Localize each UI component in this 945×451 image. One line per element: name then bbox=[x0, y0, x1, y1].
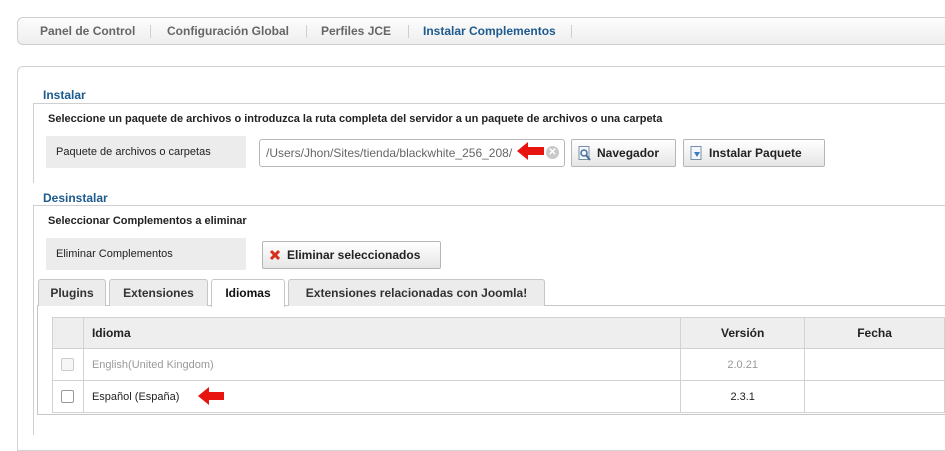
annotation-arrow-icon bbox=[517, 142, 544, 160]
language-version: 2.3.1 bbox=[680, 380, 806, 413]
browse-button[interactable]: Navegador bbox=[571, 139, 676, 167]
table-row: English(United Kingdom) 2.0.21 bbox=[52, 348, 945, 381]
row-checkbox-cell bbox=[52, 380, 84, 413]
row-checkbox bbox=[61, 358, 75, 371]
install-legend: Instalar bbox=[40, 88, 89, 102]
nav-perfiles-jce[interactable]: Perfiles JCE bbox=[321, 18, 391, 44]
column-header-fecha[interactable]: Fecha bbox=[804, 317, 945, 349]
nav-separator bbox=[306, 25, 307, 38]
uninstall-fieldset-border bbox=[33, 205, 34, 435]
install-fieldset-border bbox=[33, 103, 34, 183]
language-date bbox=[804, 380, 945, 413]
install-package-button[interactable]: Instalar Paquete bbox=[683, 139, 825, 167]
nav-instalar-complementos[interactable]: Instalar Complementos bbox=[423, 18, 556, 44]
magnifier-document-icon bbox=[578, 146, 591, 161]
tab-plugins[interactable]: Plugins bbox=[38, 279, 106, 306]
uninstall-fieldset-border bbox=[33, 205, 945, 206]
tab-extensiones-joomla[interactable]: Extensiones relacionadas con Joomla! bbox=[288, 279, 545, 306]
nav-configuracion-global[interactable]: Configuración Global bbox=[167, 18, 289, 44]
column-header-idioma[interactable]: Idioma bbox=[82, 317, 682, 349]
install-description: Seleccione un paquete de archivos o intr… bbox=[48, 113, 663, 125]
uninstall-description: Seleccionar Complementos a eliminar bbox=[48, 215, 247, 227]
browse-button-label: Navegador bbox=[597, 146, 660, 160]
remove-field-label: Eliminar Complementos bbox=[46, 238, 246, 270]
language-name: Español (España) bbox=[82, 380, 682, 413]
install-fieldset-border bbox=[33, 103, 945, 104]
delete-selected-button[interactable]: Eliminar seleccionados bbox=[262, 241, 441, 269]
select-column-header bbox=[52, 317, 84, 349]
table-header-row: Idioma Versión Fecha bbox=[52, 317, 945, 349]
column-header-version[interactable]: Versión bbox=[680, 317, 806, 349]
row-checkbox-cell bbox=[52, 348, 84, 381]
language-date bbox=[804, 348, 945, 381]
top-navigation: Panel de Control Configuración Global Pe… bbox=[17, 17, 945, 45]
nav-panel-de-control[interactable]: Panel de Control bbox=[40, 18, 135, 44]
nav-separator bbox=[408, 25, 409, 38]
language-version: 2.0.21 bbox=[680, 348, 806, 381]
table-row: Español (España) 2.3.1 bbox=[52, 380, 945, 413]
clear-icon[interactable]: ✕ bbox=[546, 146, 559, 159]
language-name: English(United Kingdom) bbox=[82, 348, 682, 381]
tab-extensiones[interactable]: Extensiones bbox=[109, 279, 208, 306]
delete-selected-label: Eliminar seleccionados bbox=[287, 248, 421, 262]
languages-table: Idioma Versión Fecha English(United King… bbox=[52, 317, 945, 413]
uninstall-legend: Desinstalar bbox=[40, 191, 111, 205]
row-checkbox[interactable] bbox=[61, 390, 75, 403]
install-document-icon bbox=[690, 146, 702, 160]
red-x-icon bbox=[269, 249, 281, 261]
nav-separator bbox=[571, 25, 572, 38]
annotation-arrow-icon bbox=[198, 387, 224, 405]
install-package-label: Instalar Paquete bbox=[709, 146, 802, 160]
tab-idiomas[interactable]: Idiomas bbox=[211, 279, 285, 307]
package-field-label: Paquete de archivos o carpetas bbox=[46, 136, 246, 168]
nav-separator bbox=[150, 25, 151, 38]
